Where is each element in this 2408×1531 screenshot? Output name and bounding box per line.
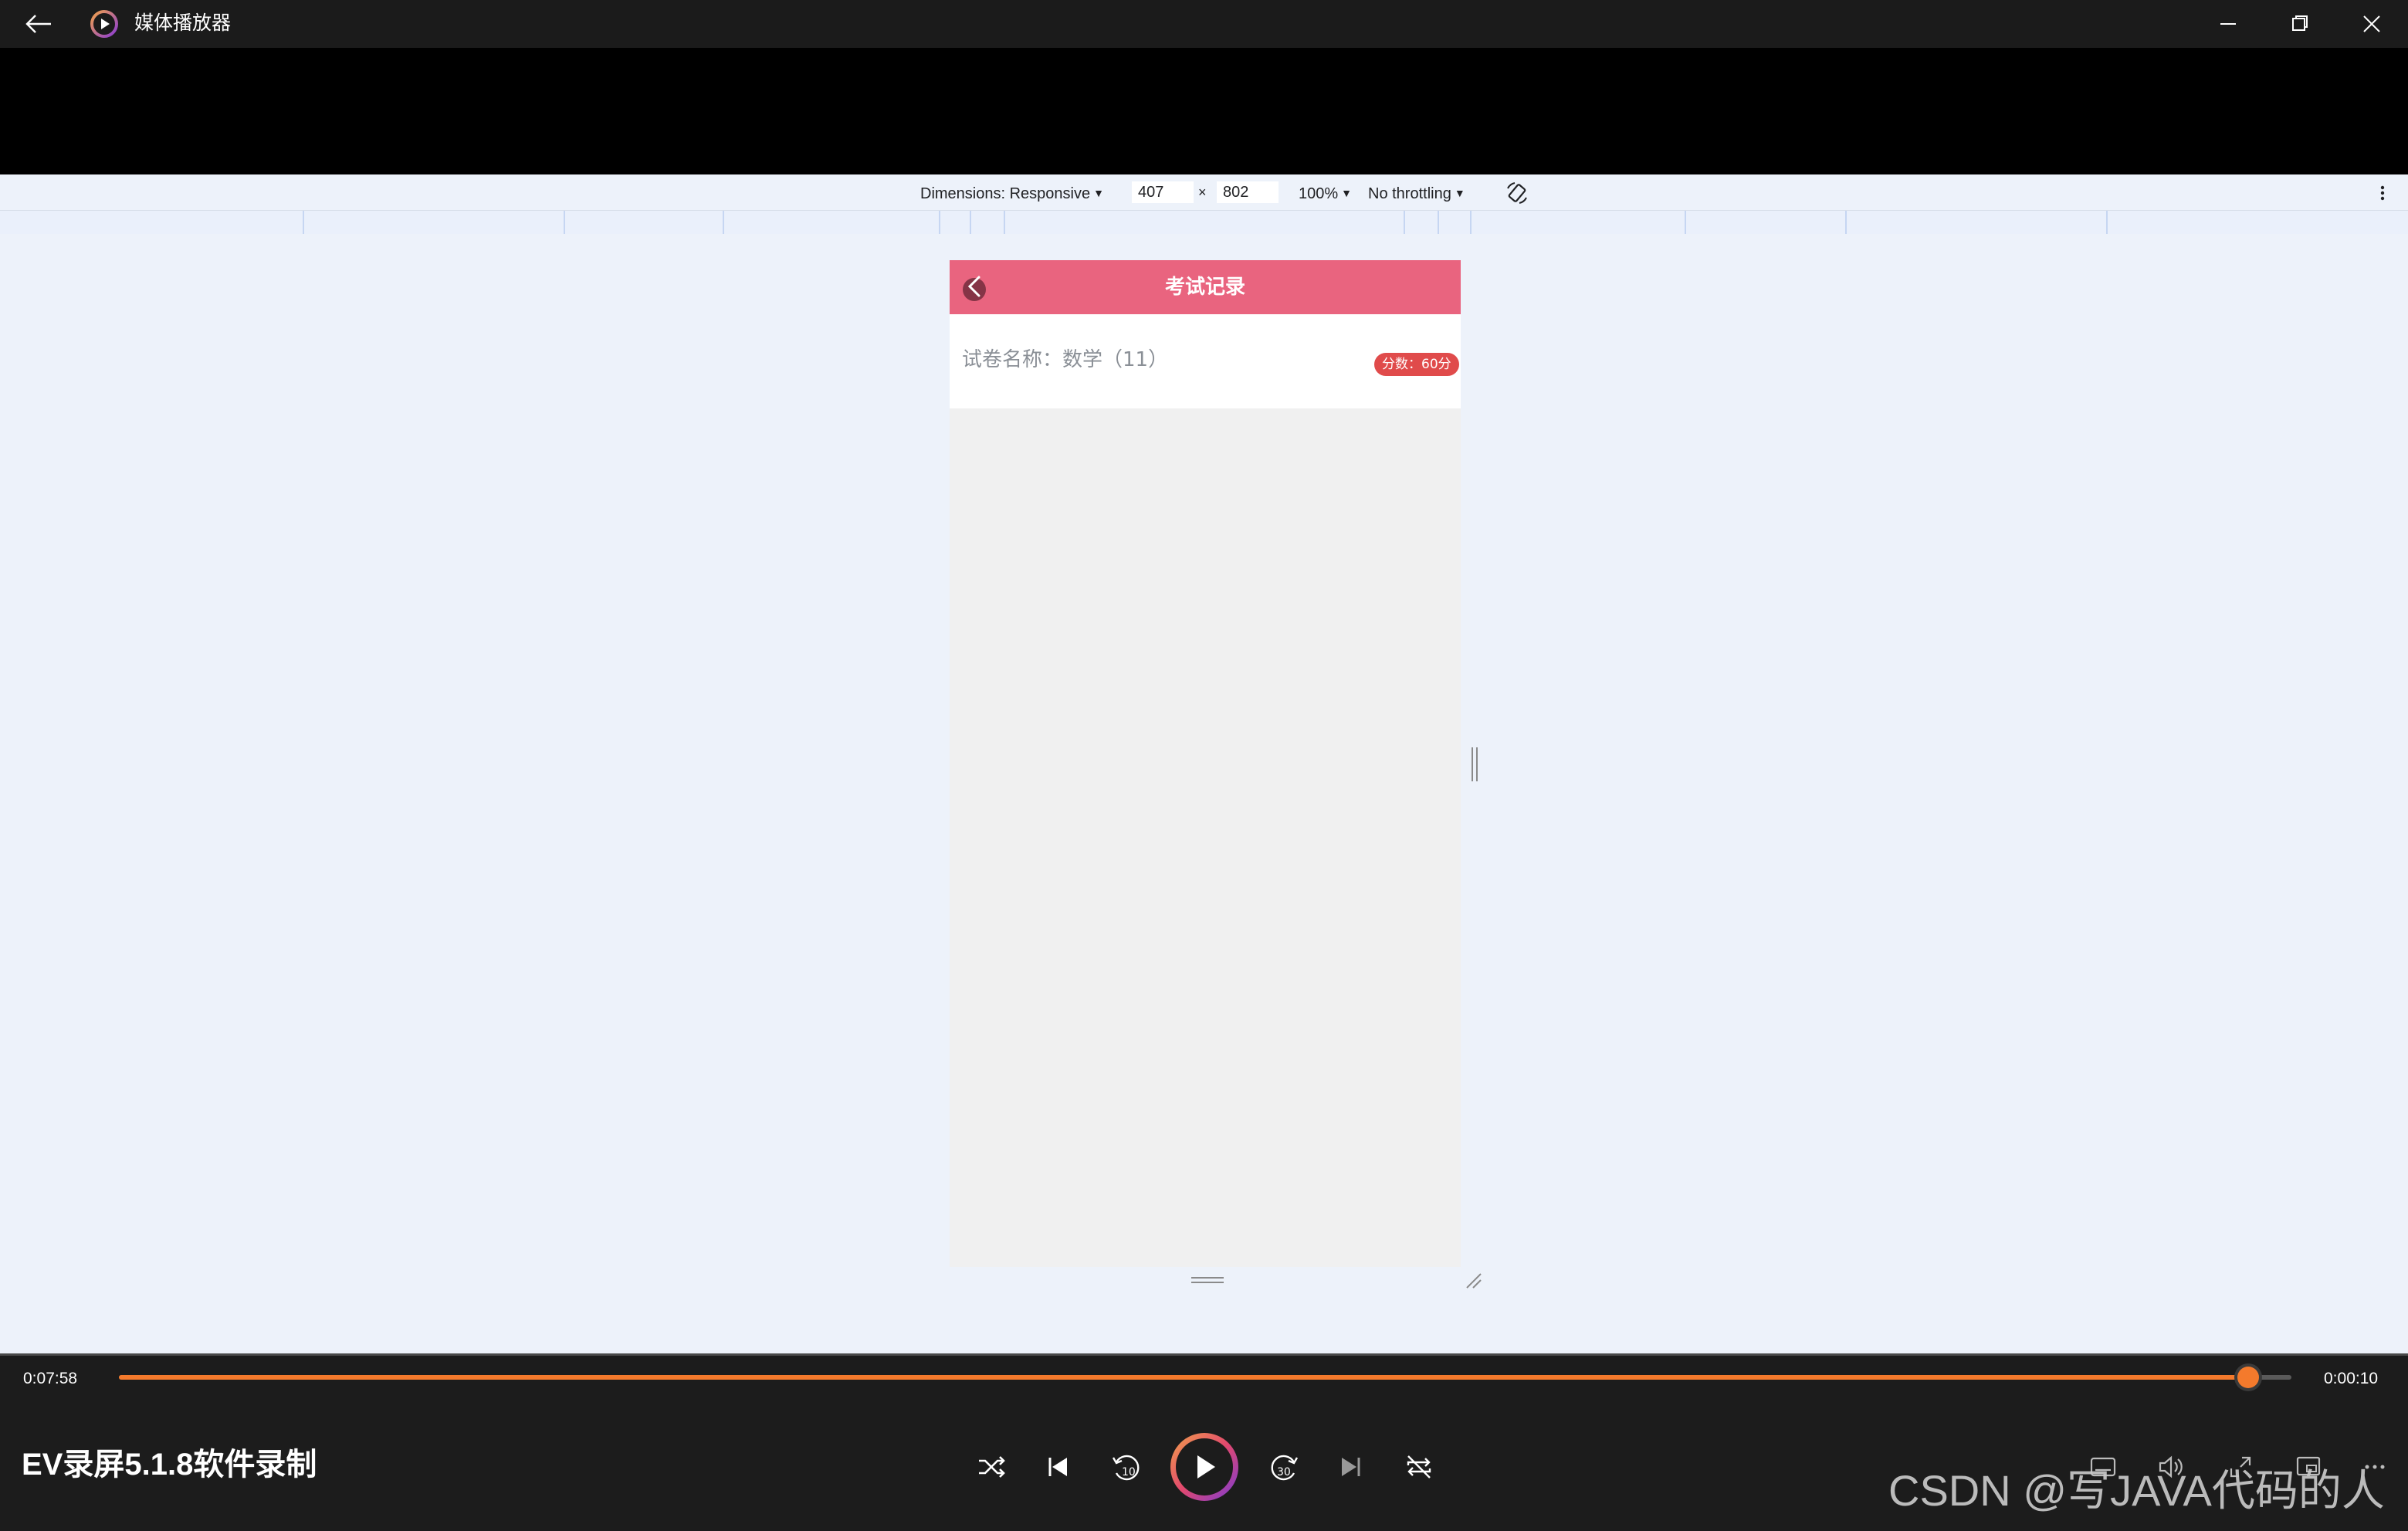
window-title: 媒体播放器 bbox=[134, 12, 232, 34]
back-arrow-icon[interactable] bbox=[23, 11, 54, 37]
breakpoint-marker[interactable] bbox=[2106, 211, 2108, 234]
dimensions-label: Dimensions: Responsive bbox=[920, 185, 1091, 202]
zoom-dropdown[interactable]: 100% ▼ bbox=[1299, 184, 1352, 203]
breakpoint-marker[interactable] bbox=[939, 211, 940, 234]
repeat-off-icon[interactable] bbox=[1402, 1450, 1436, 1484]
dropdown-caret-icon: ▼ bbox=[1341, 187, 1353, 199]
breakpoint-marker[interactable] bbox=[303, 211, 304, 234]
breakpoint-marker[interactable] bbox=[970, 211, 971, 234]
play-icon[interactable] bbox=[1167, 1430, 1241, 1504]
breakpoint-marker[interactable] bbox=[564, 211, 565, 234]
page-title: 考试记录 bbox=[1164, 276, 1245, 299]
throttling-dropdown[interactable]: No throttling ▼ bbox=[1368, 184, 1465, 203]
device-toolbar: Dimensions: Responsive ▼ 407 × 802 100% ▼ … bbox=[0, 174, 2408, 211]
resize-handle-right-icon[interactable] bbox=[1470, 747, 1479, 781]
page-header: 考试记录 bbox=[950, 260, 1461, 314]
resize-handle-bottom-icon[interactable] bbox=[1191, 1276, 1224, 1284]
zoom-label: 100% bbox=[1299, 185, 1339, 202]
restore-icon[interactable] bbox=[2282, 9, 2316, 39]
dropdown-caret-icon: ▼ bbox=[1093, 187, 1104, 199]
shuffle-icon[interactable] bbox=[974, 1450, 1008, 1484]
breakpoint-marker[interactable] bbox=[1470, 211, 1472, 234]
current-time: 0:07:58 bbox=[23, 1370, 78, 1387]
csdn-watermark: CSDN @写JAVA代码的人 bbox=[1888, 1466, 2385, 1515]
dimensions-dropdown[interactable]: Dimensions: Responsive ▼ bbox=[920, 184, 1104, 203]
breakpoint-marker[interactable] bbox=[1004, 211, 1005, 234]
seek-bar[interactable] bbox=[119, 1375, 2291, 1380]
forward-30-icon[interactable]: 30 bbox=[1268, 1450, 1302, 1484]
video-letterbox bbox=[0, 48, 2408, 174]
mobile-page: 考试记录 试卷名称：数学（11） 分数：60分 bbox=[950, 260, 1461, 1267]
width-input[interactable]: 407 bbox=[1132, 181, 1194, 203]
score-badge: 分数：60分 bbox=[1374, 353, 1459, 376]
breakpoint-marker[interactable] bbox=[723, 211, 724, 234]
throttling-label: No throttling bbox=[1368, 185, 1451, 202]
breakpoint-marker[interactable] bbox=[1404, 211, 1405, 234]
previous-icon[interactable] bbox=[1041, 1450, 1075, 1484]
times-symbol: × bbox=[1198, 185, 1207, 200]
seek-bar-progress bbox=[119, 1375, 2248, 1380]
next-icon[interactable] bbox=[1334, 1450, 1368, 1484]
resize-handle-corner-icon[interactable] bbox=[1464, 1271, 1482, 1289]
media-player-app-icon bbox=[90, 10, 118, 38]
svg-text:10: 10 bbox=[1122, 1466, 1136, 1478]
controls-divider bbox=[0, 1353, 2408, 1356]
rewind-10-icon[interactable]: 10 bbox=[1109, 1450, 1143, 1484]
rotate-icon[interactable] bbox=[1504, 181, 1530, 205]
media-query-bar[interactable] bbox=[0, 211, 2408, 235]
window-title-bar: 媒体播放器 bbox=[0, 0, 2408, 48]
seek-thumb[interactable] bbox=[2237, 1367, 2259, 1388]
svg-text:30: 30 bbox=[1277, 1466, 1291, 1478]
breakpoint-marker[interactable] bbox=[1685, 211, 1686, 234]
recording-watermark: EV录屏5.1.8软件录制 bbox=[22, 1448, 317, 1482]
dropdown-caret-icon: ▼ bbox=[1454, 187, 1465, 199]
paper-name: 试卷名称：数学（11） bbox=[962, 348, 1169, 371]
end-time: 0:00:10 bbox=[2324, 1370, 2379, 1387]
breakpoint-marker[interactable] bbox=[1845, 211, 1847, 234]
breakpoint-marker[interactable] bbox=[1438, 211, 1439, 234]
close-icon[interactable] bbox=[2355, 9, 2389, 39]
height-input[interactable]: 802 bbox=[1217, 181, 1279, 203]
minimize-icon[interactable] bbox=[2211, 9, 2245, 39]
exam-record-item[interactable]: 试卷名称：数学（11） 分数：60分 bbox=[950, 314, 1461, 408]
more-options-icon[interactable] bbox=[2373, 181, 2392, 205]
